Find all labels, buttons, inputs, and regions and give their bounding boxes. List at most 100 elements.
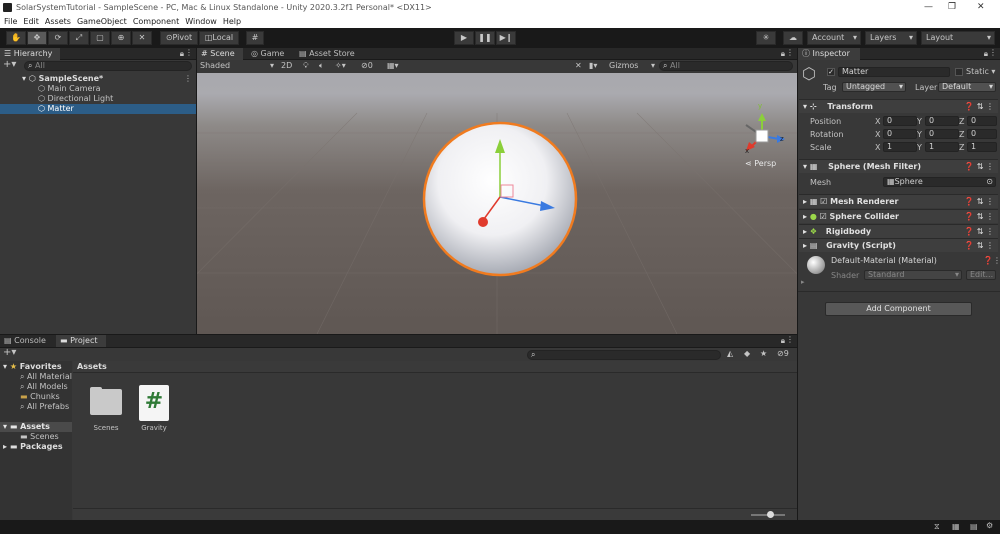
progress-icon[interactable]: ▤ [970, 522, 978, 531]
tab-asset-store[interactable]: ▤ Asset Store [295, 48, 365, 60]
filter-type-icon[interactable]: ◭ [727, 349, 733, 358]
component-options-icon[interactable]: ❓ ⇅ ⋮ [964, 225, 994, 238]
step-icon[interactable]: ▶❙ [496, 31, 516, 45]
assets-folder-selected[interactable]: ▾ ▬ Assets [0, 422, 72, 432]
hierarchy-item-selected[interactable]: ⬡ Matter [0, 104, 196, 114]
hierarchy-item[interactable]: ⬡ Main Camera [38, 84, 101, 94]
collab-icon[interactable]: ✳ [756, 31, 776, 45]
scene-viewport[interactable]: y x z ⋖ Persp [197, 73, 797, 334]
zoom-slider-handle[interactable] [767, 511, 774, 518]
chevron-right-icon[interactable]: ▸ [801, 278, 805, 286]
component-options-icon[interactable]: ❓ ⇅ ⋮ [964, 210, 994, 223]
scene-search-input[interactable]: ⌕ All [659, 61, 793, 71]
shader-edit-button[interactable]: Edit... [966, 270, 996, 280]
transform-component-header[interactable]: ▾ ⊹ Transform ❓ ⇅ ⋮ [799, 99, 998, 113]
menu-dots-icon[interactable]: ⋮ [185, 48, 193, 57]
tag-dropdown[interactable]: Untagged ▾ [842, 82, 906, 92]
menu-gameobject[interactable]: GameObject [77, 16, 127, 28]
sphere-collider-component-header[interactable]: ▸ ● ☑ Sphere Collider ❓ ⇅ ⋮ [799, 209, 998, 223]
rect-tool-icon[interactable]: ▢ [90, 31, 110, 45]
add-component-button[interactable]: Add Component [825, 302, 972, 316]
pivot-toggle[interactable]: ⊙Pivot [160, 31, 198, 45]
hierarchy-item[interactable]: ⬡ Directional Light [38, 94, 113, 104]
minimize-button[interactable]: — [924, 2, 933, 12]
tab-game[interactable]: ◎ Game [247, 48, 291, 60]
rotation-y-field[interactable]: 0 [925, 129, 959, 139]
position-y-field[interactable]: 0 [925, 116, 959, 126]
rotation-x-field[interactable]: 0 [883, 129, 917, 139]
menu-component[interactable]: Component [133, 16, 179, 28]
lock-icon[interactable]: 🔒︎ [781, 49, 785, 59]
favorites-header[interactable]: ▾ ★ Favorites [3, 362, 62, 372]
shader-dropdown[interactable]: Standard ▾ [864, 270, 962, 280]
camera-icon[interactable]: ▮▾ [589, 61, 597, 71]
pause-icon[interactable]: ❚❚ [475, 31, 495, 45]
mesh-field[interactable]: ▦Sphere ⊙ [883, 177, 996, 187]
project-search-input[interactable]: ⌕ [527, 350, 721, 360]
grid-icon[interactable]: ▦▾ [387, 61, 399, 71]
favorite-item[interactable]: ⌕ All Material [20, 372, 72, 382]
rotate-tool-icon[interactable]: ⟳ [48, 31, 68, 45]
component-options-icon[interactable]: ❓ ⇅ ⋮ [964, 100, 994, 113]
custom-tool-icon[interactable]: ✕ [132, 31, 152, 45]
maximize-button[interactable]: ❐ [948, 2, 956, 12]
hand-tool-icon[interactable]: ✋ [6, 31, 26, 45]
tools-icon[interactable]: ✕ [575, 61, 582, 71]
active-checkbox[interactable]: ✓ [827, 68, 835, 76]
cache-server-icon[interactable]: ▦ [952, 522, 960, 531]
play-icon[interactable]: ▶ [454, 31, 474, 45]
scale-x-field[interactable]: 1 [883, 142, 917, 152]
close-button[interactable]: ✕ [977, 2, 985, 12]
lock-icon[interactable]: 🔒︎ [984, 49, 988, 59]
menu-dots-icon[interactable]: ⋮ [989, 48, 997, 57]
gizmos-dropdown[interactable]: Gizmos ▾ [609, 61, 655, 71]
layer-dropdown[interactable]: Default ▾ [938, 82, 996, 92]
cloud-icon[interactable]: ☁ [783, 31, 803, 45]
hidden-objects-toggle[interactable]: ⊘0 [361, 61, 373, 71]
lock-icon[interactable]: 🔒︎ [180, 49, 184, 59]
tab-scene[interactable]: # Scene [197, 48, 243, 60]
object-name-field[interactable]: Matter [838, 67, 950, 77]
hierarchy-search-input[interactable]: ⌕ All [24, 61, 192, 71]
tab-inspector[interactable]: ⓘ Inspector [798, 48, 860, 60]
gravity-script-component-header[interactable]: ▸ ▤ Gravity (Script) ❓ ⇅ ⋮ [799, 238, 998, 252]
component-enabled-check[interactable]: ☑ [820, 212, 830, 221]
asset-tile[interactable]: Scenes [88, 387, 124, 432]
component-enabled-check[interactable]: ☑ [820, 197, 830, 206]
menu-help[interactable]: Help [223, 16, 241, 28]
layout-dropdown[interactable]: Layout ▾ [921, 31, 995, 45]
auto-generate-lighting-icon[interactable]: ⧖ [934, 522, 940, 532]
rigidbody-component-header[interactable]: ▸ ❖ Rigidbody ❓ ⇅ ⋮ [799, 224, 998, 238]
component-options-icon[interactable]: ❓ ⇅ ⋮ [964, 195, 994, 208]
transform-tool-icon[interactable]: ⊕ [111, 31, 131, 45]
scale-tool-icon[interactable]: ⤢ [69, 31, 89, 45]
menu-dots-icon[interactable]: ⋮ [786, 335, 794, 344]
scale-z-field[interactable]: 1 [967, 142, 997, 152]
mesh-renderer-component-header[interactable]: ▸ ▦ ☑ Mesh Renderer ❓ ⇅ ⋮ [799, 194, 998, 208]
scene-menu-icon[interactable]: ⋮ [184, 74, 192, 83]
toggle-2d[interactable]: 2D [281, 61, 292, 71]
static-checkbox[interactable] [955, 68, 963, 76]
filter-label-icon[interactable]: ◆ [744, 349, 750, 358]
debug-mode-icon[interactable]: ⚙ [986, 521, 993, 530]
packages-folder[interactable]: ▸ ▬ Packages [3, 442, 63, 452]
local-toggle[interactable]: ◫Local [199, 31, 239, 45]
lock-icon[interactable]: 🔒︎ [781, 336, 785, 346]
favorite-item[interactable]: ⌕ All Models [20, 382, 68, 392]
position-z-field[interactable]: 0 [967, 116, 997, 126]
lighting-icon[interactable]: 💡︎ [303, 61, 309, 71]
menu-window[interactable]: Window [185, 16, 217, 28]
component-options-icon[interactable]: ❓ ⇅ ⋮ [964, 239, 994, 252]
audio-icon[interactable]: 🔈︎ [319, 61, 324, 71]
add-icon[interactable]: +▾ [3, 347, 16, 358]
menu-file[interactable]: File [4, 16, 17, 28]
menu-edit[interactable]: Edit [23, 16, 39, 28]
hidden-packages-toggle[interactable]: ⊘9 [777, 349, 789, 358]
mesh-filter-component-header[interactable]: ▾ ▦ Sphere (Mesh Filter) ❓ ⇅ ⋮ [799, 159, 998, 173]
menu-assets[interactable]: Assets [45, 16, 71, 28]
effects-icon[interactable]: ✧▾ [335, 61, 346, 71]
add-icon[interactable]: +▾ [3, 59, 16, 70]
component-options-icon[interactable]: ❓ ⇅ ⋮ [964, 160, 994, 173]
rotation-z-field[interactable]: 0 [967, 129, 997, 139]
asset-tree-item[interactable]: ▬ Scenes [20, 432, 59, 442]
